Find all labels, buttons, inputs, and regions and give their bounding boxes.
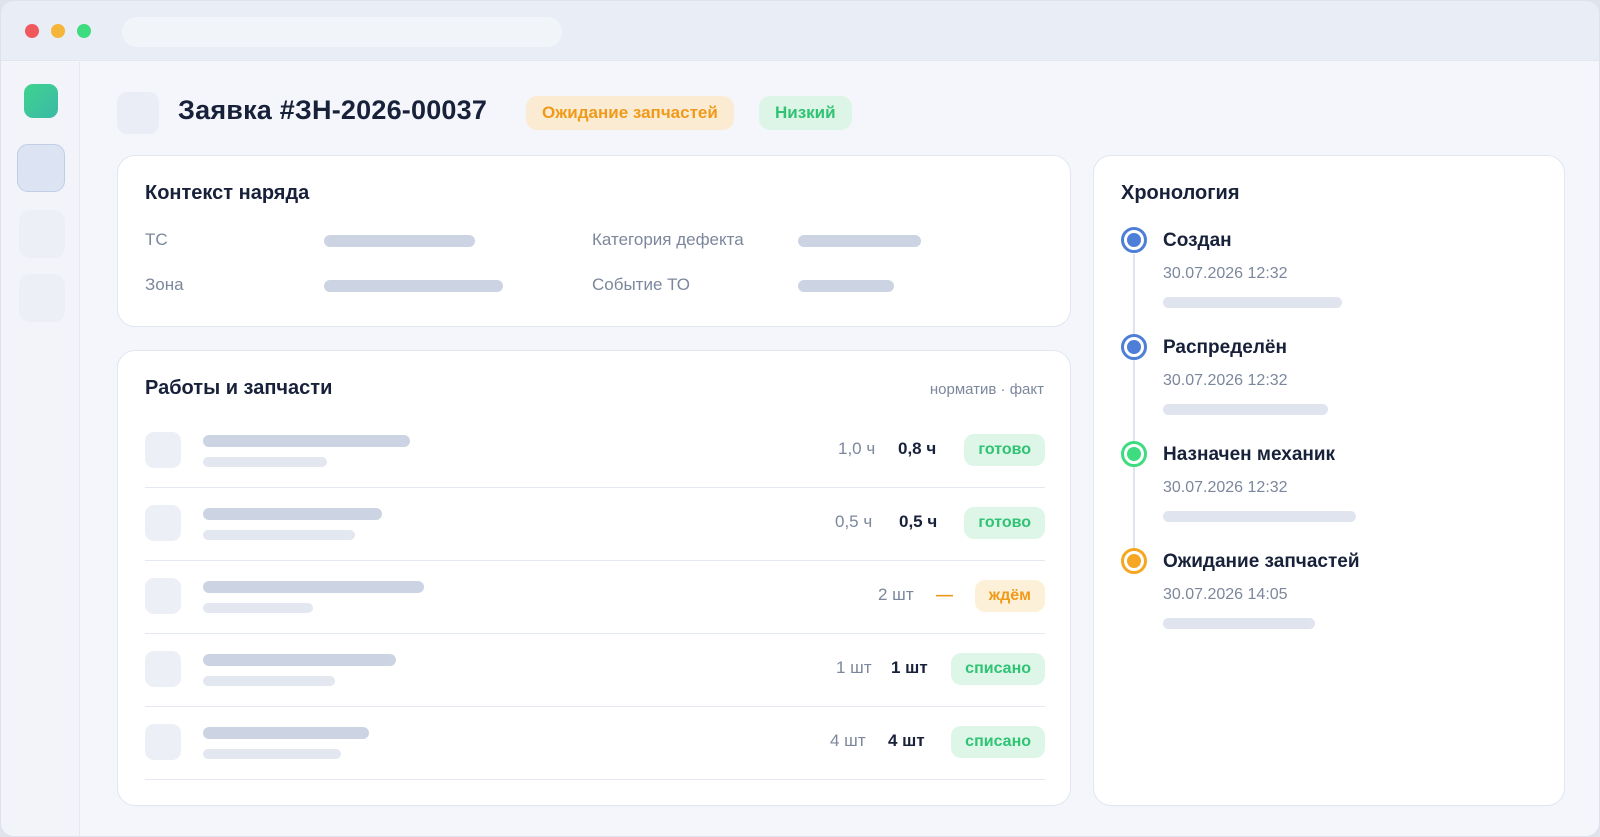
timeline-marker-icon bbox=[1121, 441, 1147, 467]
item-name-placeholder bbox=[203, 654, 396, 666]
item-thumbnail bbox=[145, 578, 181, 614]
item-desc-placeholder bbox=[203, 603, 313, 613]
sidebar-nav-item-active[interactable] bbox=[17, 144, 65, 192]
field-label-defect-category: Категория дефекта bbox=[592, 230, 744, 249]
title-bar bbox=[1, 1, 1599, 61]
status-pill: списано bbox=[951, 726, 1045, 758]
field-label-zone: Зона bbox=[145, 275, 184, 294]
norm-value: 2 шт bbox=[878, 585, 914, 604]
item-thumbnail bbox=[145, 724, 181, 760]
timeline-event-placeholder bbox=[1163, 404, 1328, 415]
works-title: Работы и запчасти bbox=[145, 377, 333, 399]
table-row[interactable]: 1,0 ч 0,8 ч готово bbox=[145, 415, 1045, 488]
close-window-button[interactable] bbox=[25, 24, 39, 38]
request-icon bbox=[117, 92, 159, 134]
timeline-title: Хронология bbox=[1121, 182, 1240, 204]
field-label-vehicle: ТС bbox=[145, 230, 168, 249]
norm-value: 4 шт bbox=[830, 731, 866, 750]
status-pill: готово bbox=[964, 507, 1045, 539]
item-name-placeholder bbox=[203, 435, 410, 447]
timeline-event-time: 30.07.2026 12:32 bbox=[1163, 479, 1288, 496]
app-window: Заявка #ЗН-2026-00037 Ожидание запчастей… bbox=[0, 0, 1600, 837]
table-row[interactable]: 4 шт 4 шт списано bbox=[145, 707, 1045, 780]
columns-hint: норматив · факт bbox=[929, 381, 1044, 398]
works-card: Работы и запчасти норматив · факт 1,0 ч … bbox=[117, 350, 1071, 806]
address-bar[interactable] bbox=[122, 17, 562, 47]
status-pill: готово bbox=[964, 434, 1045, 466]
timeline-event-placeholder bbox=[1163, 511, 1356, 522]
app-logo-icon[interactable] bbox=[24, 84, 58, 118]
timeline-event-placeholder bbox=[1163, 618, 1315, 629]
status-pill: списано bbox=[951, 653, 1045, 685]
timeline-event-time: 30.07.2026 12:32 bbox=[1163, 265, 1288, 282]
timeline-event-title: Ожидание запчастей bbox=[1163, 551, 1360, 572]
item-thumbnail bbox=[145, 651, 181, 687]
fact-value: 4 шт bbox=[888, 731, 925, 750]
field-value-placeholder bbox=[798, 235, 921, 247]
fact-value: 0,8 ч bbox=[898, 439, 937, 458]
timeline-event-placeholder bbox=[1163, 297, 1342, 308]
minimize-window-button[interactable] bbox=[51, 24, 65, 38]
timeline-event-time: 30.07.2026 12:32 bbox=[1163, 372, 1288, 389]
sidebar bbox=[1, 62, 80, 836]
table-row[interactable]: 1 шт 1 шт списано bbox=[145, 634, 1045, 707]
item-thumbnail bbox=[145, 432, 181, 468]
fact-value: — bbox=[936, 585, 953, 604]
timeline-card: Хронология Создан 30.07.2026 12:32 Распр… bbox=[1093, 155, 1565, 806]
sidebar-nav-item[interactable] bbox=[19, 210, 65, 258]
priority-badge: Низкий bbox=[759, 96, 852, 130]
timeline-marker-icon bbox=[1121, 334, 1147, 360]
context-title: Контекст наряда bbox=[145, 182, 310, 204]
item-name-placeholder bbox=[203, 508, 382, 520]
maximize-window-button[interactable] bbox=[77, 24, 91, 38]
item-name-placeholder bbox=[203, 727, 369, 739]
page-title: Заявка #ЗН-2026-00037 bbox=[178, 95, 488, 125]
sidebar-nav-item[interactable] bbox=[19, 274, 65, 322]
timeline-marker-icon bbox=[1121, 227, 1147, 253]
norm-value: 0,5 ч bbox=[835, 512, 873, 531]
norm-value: 1 шт bbox=[836, 658, 872, 677]
timeline-marker-icon bbox=[1121, 548, 1147, 574]
timeline-event-time: 30.07.2026 14:05 bbox=[1163, 586, 1288, 603]
item-desc-placeholder bbox=[203, 749, 341, 759]
fact-value: 0,5 ч bbox=[899, 512, 938, 531]
table-row[interactable]: 2 шт — ждём bbox=[145, 561, 1045, 634]
item-thumbnail bbox=[145, 505, 181, 541]
status-badge: Ожидание запчастей bbox=[526, 96, 734, 130]
timeline-event-title: Назначен механик bbox=[1163, 444, 1336, 465]
item-desc-placeholder bbox=[203, 676, 335, 686]
timeline-event-title: Создан bbox=[1163, 230, 1232, 251]
field-value-placeholder bbox=[324, 235, 475, 247]
item-desc-placeholder bbox=[203, 530, 355, 540]
norm-value: 1,0 ч bbox=[838, 439, 876, 458]
item-name-placeholder bbox=[203, 581, 424, 593]
fact-value: 1 шт bbox=[891, 658, 928, 677]
field-label-maintenance-event: Событие ТО bbox=[592, 275, 690, 294]
context-card: Контекст наряда ТС Категория дефекта Зон… bbox=[117, 155, 1071, 327]
field-value-placeholder bbox=[324, 280, 503, 292]
status-pill: ждём bbox=[974, 580, 1045, 612]
timeline-event-title: Распределён bbox=[1163, 337, 1287, 358]
table-row[interactable]: 0,5 ч 0,5 ч готово bbox=[145, 488, 1045, 561]
item-desc-placeholder bbox=[203, 457, 327, 467]
timeline-connector bbox=[1133, 254, 1135, 570]
field-value-placeholder bbox=[798, 280, 894, 292]
